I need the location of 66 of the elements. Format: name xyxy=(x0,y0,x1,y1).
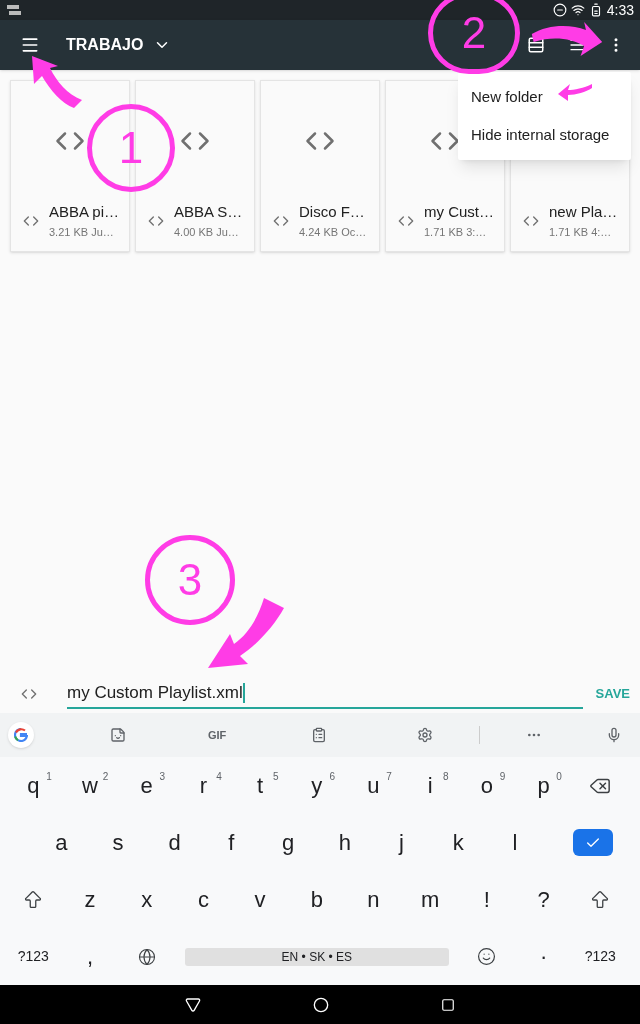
keyboard-key[interactable]: ? xyxy=(515,871,572,928)
keyboard-key[interactable]: m xyxy=(401,871,459,928)
file-name: ABBA pi… xyxy=(49,202,120,222)
file-card[interactable]: Disco F… 4.24 KB Oc… xyxy=(260,80,380,252)
grid-view-icon[interactable] xyxy=(527,36,545,54)
file-details: 1.71 KB 3:… xyxy=(424,224,488,240)
keyboard-key[interactable]: · xyxy=(515,928,572,985)
keyboard-key[interactable]: u 7 xyxy=(345,757,402,814)
symbols-key[interactable]: ?123 xyxy=(571,928,629,985)
keyboard-key[interactable]: ! xyxy=(458,871,516,928)
keyboard-key[interactable]: p 0 xyxy=(515,757,572,814)
app-notification-icon xyxy=(6,3,22,17)
keyboard-key[interactable]: c xyxy=(175,871,232,928)
clipboard-icon[interactable] xyxy=(311,727,328,743)
keyboard-key[interactable]: x xyxy=(118,871,176,928)
clock: 4:33 xyxy=(606,0,634,20)
file-name: my Cust… xyxy=(424,202,494,222)
wifi-icon xyxy=(570,3,585,17)
keyboard-key[interactable]: q 1 xyxy=(5,757,62,814)
keyboard-key[interactable]: w 2 xyxy=(61,757,119,814)
file-details: 3.21 KB Ju… xyxy=(49,224,115,240)
space-bar[interactable]: EN • SK • ES xyxy=(185,947,449,966)
annotation-arrow xyxy=(556,82,594,102)
gif-button[interactable]: GIF xyxy=(208,726,227,744)
folder-title[interactable]: TRABAJO xyxy=(66,33,144,57)
file-details: 1.71 KB 4:… xyxy=(549,224,613,240)
keyboard-key[interactable]: l xyxy=(486,814,544,871)
keyboard-key[interactable]: h xyxy=(316,814,374,871)
keyboard-key[interactable]: n xyxy=(345,871,402,928)
microphone-icon[interactable] xyxy=(606,727,622,743)
keyboard-key[interactable]: e 3 xyxy=(118,757,176,814)
keyboard-key[interactable]: a xyxy=(33,814,90,871)
file-details: 4.00 KB Ju… xyxy=(174,224,240,240)
sticker-icon[interactable] xyxy=(110,727,126,743)
keyboard-key[interactable]: z xyxy=(61,871,119,928)
keyboard-key[interactable]: f xyxy=(203,814,260,871)
file-name-field[interactable]: my Custom Playlist.xml xyxy=(67,679,583,709)
home-icon[interactable] xyxy=(313,996,329,1013)
keyboard-key[interactable]: d xyxy=(146,814,204,871)
file-details: 4.24 KB Oc… xyxy=(299,224,367,240)
keyboard-key[interactable]: , xyxy=(61,928,119,985)
do-not-disturb-icon xyxy=(552,3,567,17)
file-name: new Pla… xyxy=(549,202,618,222)
keyboard-key[interactable]: y 6 xyxy=(288,757,346,814)
code-file-icon xyxy=(21,686,37,702)
google-icon[interactable] xyxy=(8,722,34,748)
recents-icon[interactable] xyxy=(441,997,455,1012)
globe-icon[interactable] xyxy=(137,947,156,966)
keyboard-key[interactable]: k xyxy=(429,814,487,871)
enter-key[interactable] xyxy=(572,829,613,856)
menu-icon[interactable] xyxy=(20,35,40,55)
back-icon[interactable] xyxy=(185,996,201,1013)
symbols-key[interactable]: ?123 xyxy=(5,928,62,985)
keyboard-key[interactable]: b xyxy=(288,871,346,928)
keyboard-key[interactable]: j xyxy=(373,814,430,871)
file-name: ABBA S… xyxy=(174,202,243,222)
keyboard-key[interactable]: o 9 xyxy=(458,757,516,814)
emoji-icon[interactable] xyxy=(477,947,497,966)
file-name: Disco F… xyxy=(299,202,366,222)
keyboard-key[interactable]: r 4 xyxy=(175,757,232,814)
keyboard-key[interactable]: v xyxy=(231,871,289,928)
keyboard-key[interactable]: i 8 xyxy=(401,757,459,814)
keyboard-key[interactable]: t 5 xyxy=(231,757,289,814)
settings-icon[interactable] xyxy=(417,727,434,743)
keyboard-key[interactable]: s xyxy=(89,814,147,871)
keyboard-key[interactable]: g xyxy=(259,814,317,871)
